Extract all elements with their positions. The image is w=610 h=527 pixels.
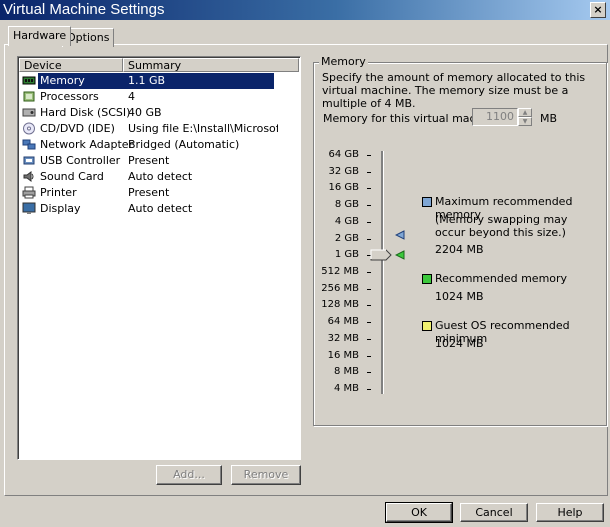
scale-label: 16 MB: [327, 349, 359, 361]
device-row-memory[interactable]: Memory 1.1 GB: [20, 73, 298, 89]
network-adapter-icon: [22, 139, 36, 150]
scale-tick: [367, 305, 371, 307]
ok-button[interactable]: OK: [385, 502, 453, 523]
scale-label: 64 MB: [327, 316, 359, 328]
device-row-usb-controller[interactable]: USB Controller Present: [20, 153, 298, 169]
tab-hardware[interactable]: Hardware: [8, 26, 72, 46]
max-recommended-value: 2204 MB: [435, 243, 484, 256]
device-name: CD/DVD (IDE): [40, 122, 115, 135]
device-summary: Bridged (Automatic): [128, 138, 240, 151]
recommended-value: 1024 MB: [435, 290, 484, 303]
scale-label: 4 GB: [334, 215, 359, 227]
device-name: Display: [40, 202, 81, 215]
device-summary: 4: [128, 90, 135, 103]
device-summary: 1.1 GB: [126, 73, 274, 89]
device-row-display[interactable]: Display Auto detect: [20, 201, 298, 217]
scale-label: 512 MB: [321, 266, 359, 278]
device-summary: Auto detect: [128, 170, 193, 183]
guest-min-value: 1024 MB: [435, 337, 484, 350]
column-header-summary[interactable]: Summary: [123, 58, 299, 72]
scale-label: 8 GB: [334, 199, 359, 211]
scale-tick: [367, 221, 371, 223]
memory-unit: MB: [540, 112, 558, 125]
sound-card-icon: [23, 171, 34, 182]
recommended-swatch-icon: [422, 274, 432, 284]
display-icon: [22, 202, 36, 214]
usb-controller-icon: [23, 156, 35, 165]
memory-slider-thumb[interactable]: [370, 249, 392, 261]
device-name: Printer: [40, 186, 77, 199]
spin-up-icon[interactable]: ▲: [518, 108, 532, 117]
memory-slider-track[interactable]: [381, 151, 384, 394]
scale-label: 32 MB: [327, 332, 359, 344]
scale-tick: [367, 205, 371, 207]
device-row-cd-dvd-ide[interactable]: CD/DVD (IDE) Using file E:\Install\Micros…: [20, 121, 298, 137]
memory-spinner[interactable]: ▲ ▼: [518, 108, 532, 126]
device-row-processors[interactable]: Processors 4: [20, 89, 298, 105]
scale-tick: [367, 272, 371, 274]
max-recommended-marker-icon: [395, 230, 405, 240]
processor-icon: [23, 91, 35, 102]
scale-label: 256 MB: [321, 282, 359, 294]
scale-tick: [367, 188, 371, 190]
cd-dvd-icon: [23, 122, 35, 135]
scale-label: 1 GB: [334, 249, 359, 261]
scale-label: 2 GB: [334, 232, 359, 244]
device-summary: 40 GB: [128, 106, 162, 119]
device-list[interactable]: Device Summary Memory 1.1 GB Processors 4 Ha…: [17, 56, 301, 460]
memory-icon: [22, 76, 36, 85]
scale-tick: [367, 322, 371, 324]
device-row-hard-disk-scsi[interactable]: Hard Disk (SCSI) 40 GB: [20, 105, 298, 121]
title-bar[interactable]: Virtual Machine Settings ×: [0, 0, 610, 20]
device-row-sound-card[interactable]: Sound Card Auto detect: [20, 169, 298, 185]
close-button[interactable]: ×: [590, 2, 606, 18]
scale-tick: [367, 238, 371, 240]
memory-group-label: Memory: [319, 55, 368, 68]
memory-description: Specify the amount of memory allocated t…: [322, 71, 586, 110]
recommended-marker-icon: [395, 250, 405, 260]
window-title: Virtual Machine Settings: [3, 1, 165, 18]
device-summary: Auto detect: [128, 202, 193, 215]
add-button[interactable]: Add...: [156, 465, 222, 485]
memory-size-input[interactable]: 1100: [472, 108, 518, 126]
device-name: Network Adapter: [40, 138, 134, 151]
device-summary: Present: [128, 186, 170, 199]
scale-tick: [367, 155, 371, 156]
help-button[interactable]: Help: [536, 503, 604, 522]
device-name: USB Controller: [40, 154, 121, 167]
device-name: Processors: [40, 90, 99, 103]
cancel-button[interactable]: Cancel: [460, 503, 528, 522]
scale-tick: [367, 355, 371, 357]
scale-label: 64 GB: [328, 149, 359, 160]
device-name: Hard Disk (SCSI): [40, 106, 131, 119]
device-summary: Using file E:\Install\Microsoft...: [128, 122, 278, 135]
recommended-label: Recommended memory: [435, 272, 568, 285]
column-header-device[interactable]: Device: [19, 58, 123, 72]
scale-label: 128 MB: [321, 299, 359, 311]
printer-icon: [22, 186, 36, 199]
device-name: Memory: [38, 73, 128, 89]
scale-tick: [367, 171, 371, 173]
max-recommended-swatch-icon: [422, 197, 432, 207]
scale-tick: [367, 338, 371, 340]
remove-button[interactable]: Remove: [231, 465, 301, 485]
scale-label: 8 MB: [333, 366, 359, 378]
scale-tick: [367, 389, 371, 391]
spin-down-icon[interactable]: ▼: [518, 117, 532, 126]
scale-label: 16 GB: [328, 182, 359, 194]
hard-disk-icon: [22, 108, 36, 117]
device-name: Sound Card: [40, 170, 104, 183]
scale-tick: [367, 288, 371, 290]
scale-label: 4 MB: [333, 383, 359, 395]
max-recommended-note: (Memory swapping may occur beyond this s…: [435, 213, 568, 239]
guest-min-swatch-icon: [422, 321, 432, 331]
scale-tick: [367, 372, 371, 374]
device-row-network-adapter[interactable]: Network Adapter Bridged (Automatic): [20, 137, 298, 153]
scale-label: 32 GB: [328, 165, 359, 177]
device-summary: Present: [128, 154, 170, 167]
device-row-printer[interactable]: Printer Present: [20, 185, 298, 201]
